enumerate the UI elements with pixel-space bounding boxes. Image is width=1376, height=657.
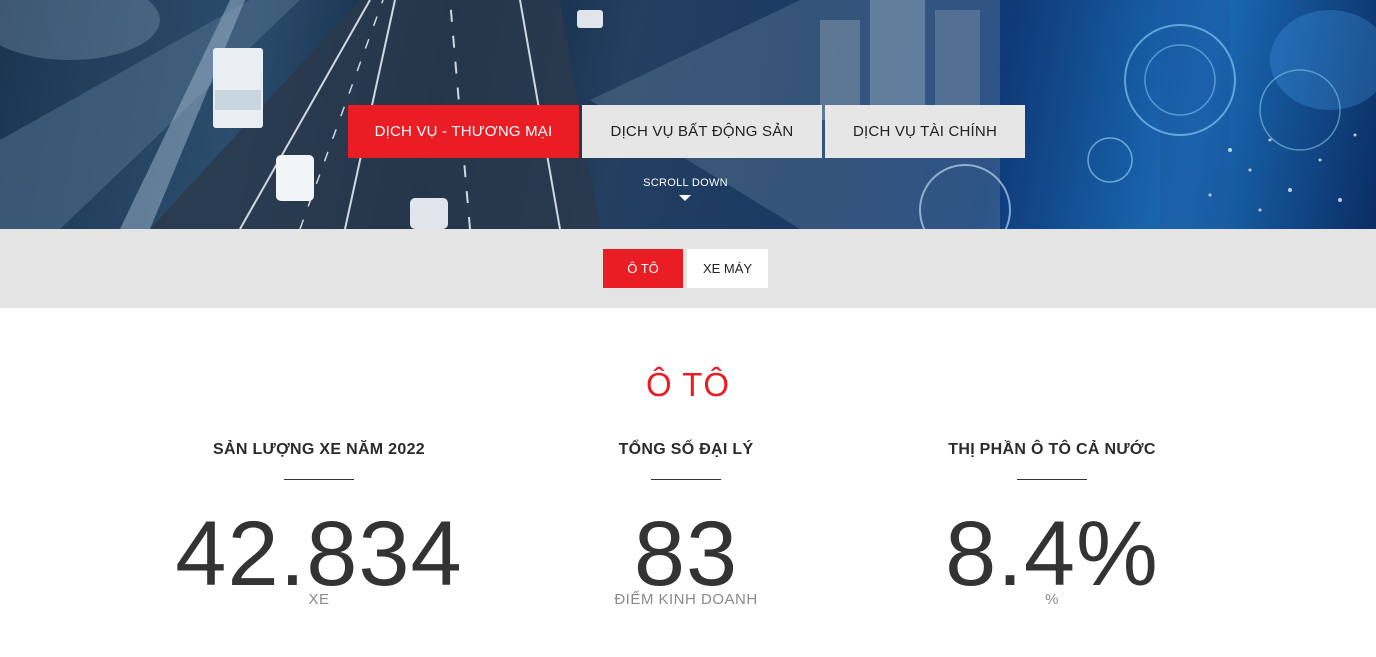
stat-value: 83 — [633, 503, 739, 605]
section-title: Ô TÔ — [645, 366, 731, 403]
divider — [1017, 479, 1087, 480]
stat-unit: ĐIỂM KINH DOANH — [614, 591, 758, 608]
stat-label: THỊ PHẦN Ô TÔ CẢ NƯỚC — [948, 441, 1156, 458]
hero-banner: DỊCH VỤ - THƯƠNG MẠI DỊCH VỤ BẤT ĐỘNG SẢ… — [0, 0, 1376, 229]
stat-market-share: THỊ PHẦN Ô TÔ CẢ NƯỚC 8.4% % — [852, 438, 1252, 608]
stat-value: 8.4% — [945, 503, 1159, 605]
stat-value: 42.834 — [175, 503, 463, 605]
divider — [651, 479, 721, 480]
stat-unit: % — [1045, 591, 1059, 608]
chevron-down-icon[interactable] — [679, 195, 691, 201]
tab-xe-may[interactable]: XE MÁY — [687, 249, 768, 288]
tab-dich-vu-bat-dong-san[interactable]: DỊCH VỤ BẤT ĐỘNG SẢN — [582, 105, 822, 158]
stat-dealers: TỔNG SỐ ĐẠI LÝ 83 ĐIỂM KINH DOANH — [486, 438, 886, 608]
tab-dich-vu-tai-chinh[interactable]: DỊCH VỤ TÀI CHÍNH — [825, 105, 1025, 158]
service-tabs: DỊCH VỤ - THƯƠNG MẠI DỊCH VỤ BẤT ĐỘNG SẢ… — [348, 105, 1025, 158]
divider — [284, 479, 354, 480]
tab-o-to[interactable]: Ô TÔ — [603, 249, 683, 288]
stat-label: SẢN LƯỢNG XE NĂM 2022 — [213, 441, 425, 458]
scroll-down-link[interactable]: SCROLL DOWN — [643, 177, 728, 189]
stat-label: TỔNG SỐ ĐẠI LÝ — [618, 441, 754, 458]
vehicle-type-nav: Ô TÔ XE MÁY — [0, 229, 1376, 308]
tab-dich-vu-thuong-mai[interactable]: DỊCH VỤ - THƯƠNG MẠI — [348, 105, 579, 158]
stat-production: SẢN LƯỢNG XE NĂM 2022 42.834 XE — [119, 438, 519, 608]
